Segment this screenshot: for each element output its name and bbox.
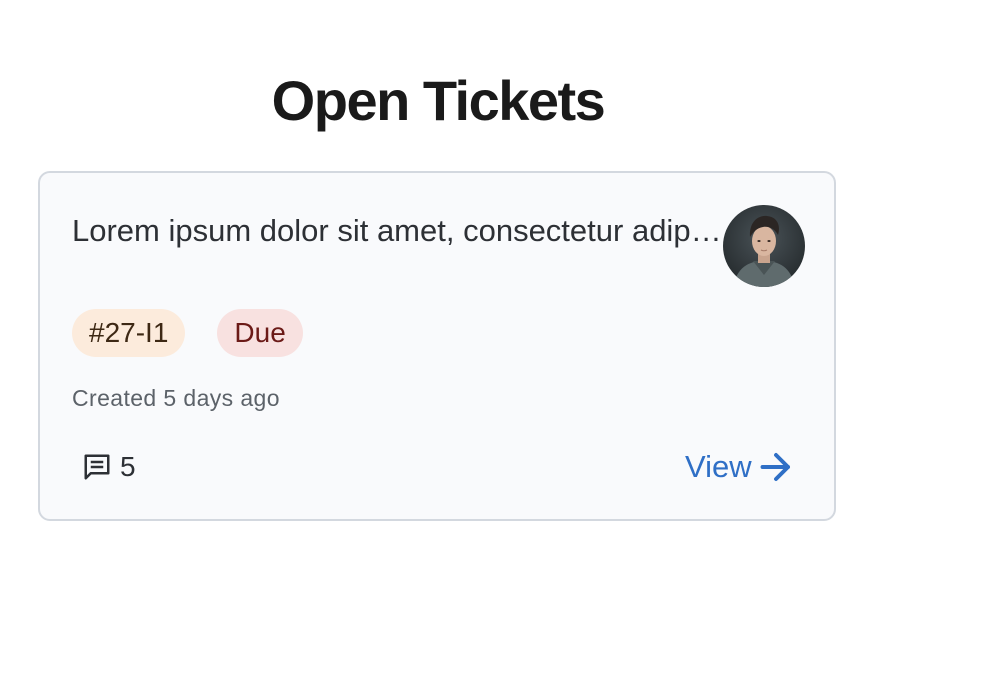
comment-icon	[84, 454, 110, 480]
view-ticket-link[interactable]: View	[685, 447, 794, 487]
page-title: Open Tickets	[271, 69, 606, 132]
view-label: View	[685, 449, 752, 484]
created-timestamp: Created 5 days ago	[72, 385, 280, 411]
comment-count: 5	[120, 451, 136, 482]
status-badge: Due	[217, 309, 303, 357]
ticket-tags: #27-I1 Due	[72, 309, 303, 357]
arrow-right-icon	[760, 453, 790, 481]
avatar	[723, 205, 805, 287]
ticket-summary: Lorem ipsum dolor sit amet, consectetur …	[72, 213, 722, 248]
comments-count[interactable]: 5	[82, 449, 136, 485]
avatar-photo-icon	[733, 215, 795, 287]
ticket-id-badge: #27-I1	[72, 309, 186, 357]
ticket-card: Lorem ipsum dolor sit amet, consectetur …	[38, 171, 836, 521]
